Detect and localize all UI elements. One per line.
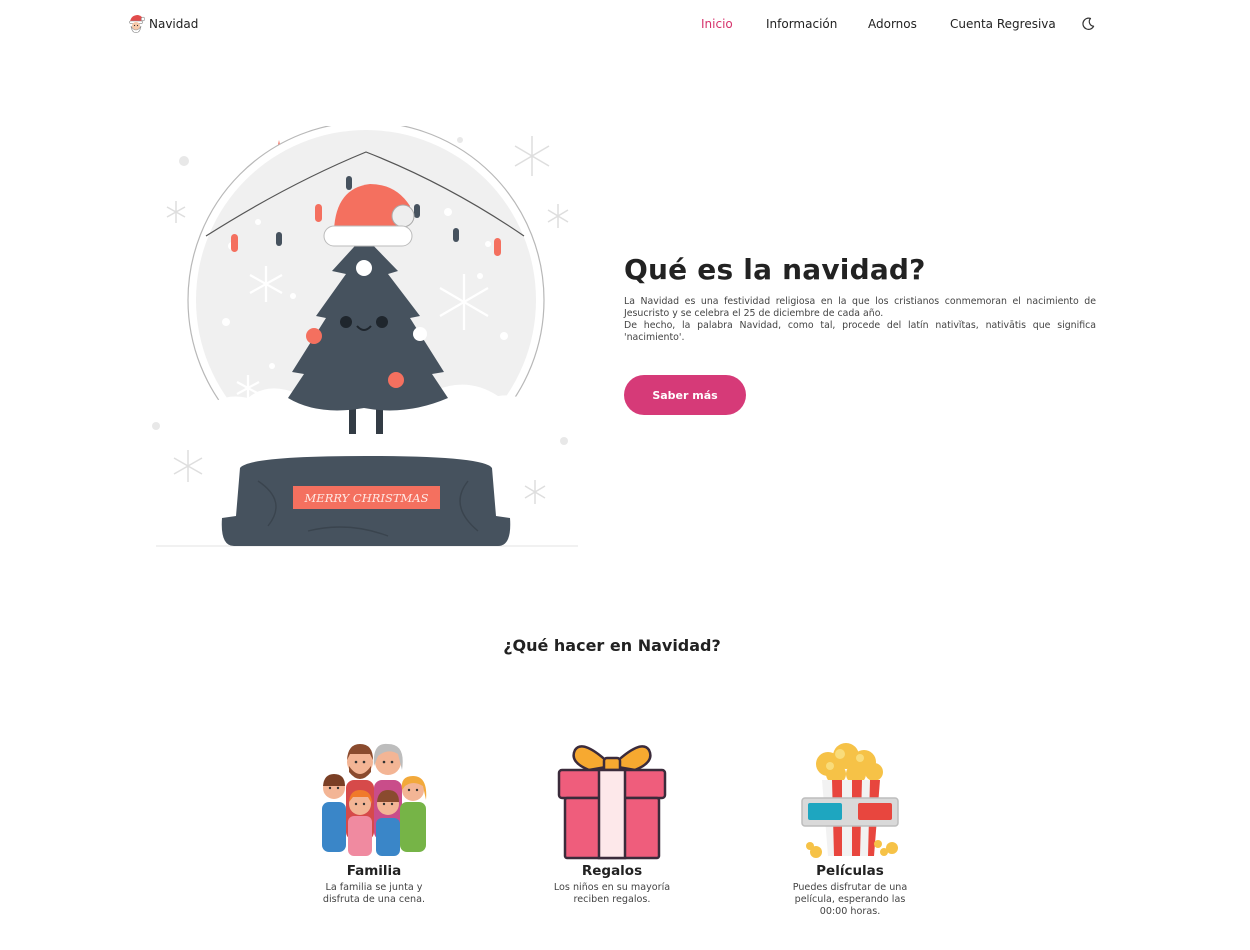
card-regalos: Regalos Los niños en su mayoría reciben …	[537, 740, 687, 906]
hero-section: Qué es la navidad? La Navidad es una fes…	[624, 252, 1096, 415]
card-title-peliculas: Películas	[816, 863, 884, 879]
card-title-familia: Familia	[346, 863, 402, 879]
card-desc-regalos: Los niños en su mayoría reciben regalos.	[553, 882, 671, 905]
hero-description-2: De hecho, la palabra Navidad, como tal, …	[624, 320, 1096, 343]
popcorn-icon	[801, 743, 899, 858]
nav-links: Inicio Información Adornos Cuenta Regres…	[0, 17, 1250, 33]
top-navbar: Navidad Inicio Información Adornos Cuent…	[0, 0, 1250, 50]
family-icon	[322, 743, 427, 856]
card-peliculas: Películas Puedes disfrutar de una pelícu…	[775, 740, 925, 918]
card-desc-familia: La familia se junta y disfruta de una ce…	[322, 882, 426, 905]
nav-link-informacion[interactable]: Información	[766, 17, 837, 31]
card-desc-peliculas: Puedes disfrutar de una película, espera…	[792, 882, 908, 917]
gift-icon	[557, 745, 667, 860]
moon-icon[interactable]	[1081, 17, 1095, 31]
globe-banner-text: MERRY CHRISTMAS	[304, 491, 429, 505]
nav-link-cuenta-regresiva[interactable]: Cuenta Regresiva	[950, 17, 1056, 31]
card-title-regalos: Regalos	[581, 863, 643, 879]
nav-link-inicio[interactable]: Inicio	[701, 17, 733, 31]
nav-link-adornos[interactable]: Adornos	[868, 17, 917, 31]
section-title: ¿Qué hacer en Navidad?	[503, 636, 721, 655]
snow-globe-illustration: MERRY CHRISTMAS	[152, 126, 578, 547]
saber-mas-button[interactable]: Saber más	[624, 375, 746, 415]
card-familia: Familia La familia se junta y disfruta d…	[299, 740, 449, 906]
hero-title: Qué es la navidad?	[624, 253, 926, 286]
hero-description-1: La Navidad es una festividad religiosa e…	[624, 296, 1096, 319]
